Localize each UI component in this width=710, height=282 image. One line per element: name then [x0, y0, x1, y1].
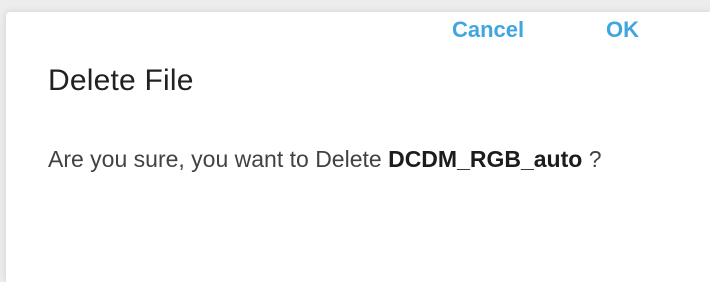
ok-button[interactable]: OK — [606, 12, 639, 48]
dialog-title: Delete File — [48, 64, 194, 97]
delete-file-dialog: Delete File Are you sure, you want to De… — [6, 12, 710, 282]
cancel-button[interactable]: Cancel — [452, 12, 524, 48]
message-suffix: ? — [582, 146, 602, 172]
file-name: DCDM_RGB_auto — [388, 146, 583, 172]
message-prefix: Are you sure, you want to Delete — [48, 146, 389, 172]
dialog-message: Are you sure, you want to Delete DCDM_RG… — [48, 144, 602, 174]
